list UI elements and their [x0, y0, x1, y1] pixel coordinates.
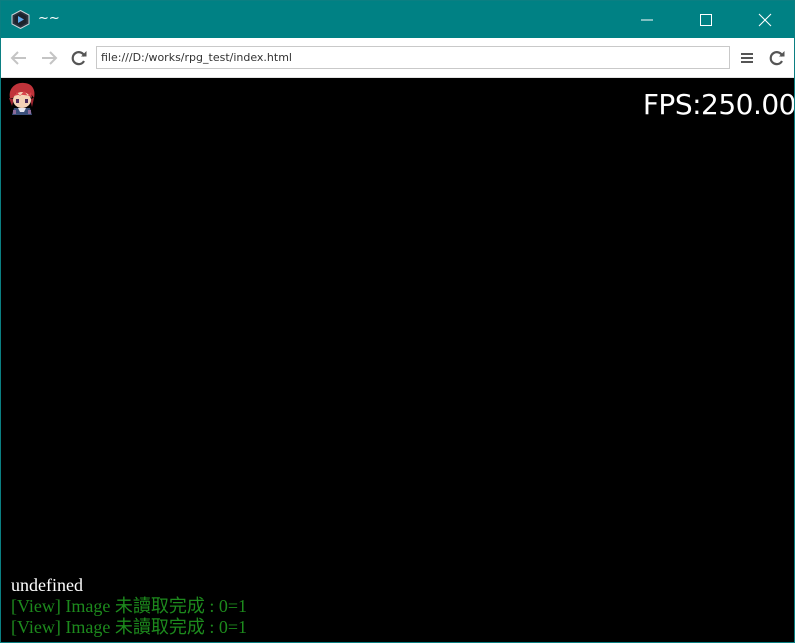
debug-console: undefined [View] Image 未讀取完成 : 0=1 [View…: [11, 575, 247, 638]
app-logo-icon: [11, 9, 30, 30]
maximize-icon: [700, 14, 712, 26]
app-window: ~~ file:///D:/works/rpg_test/index.html …: [0, 0, 795, 643]
console-line: [View] Image 未讀取完成 : 0=1: [11, 617, 248, 637]
minimize-button[interactable]: [618, 1, 676, 38]
fps-counter: FPS:250.00: [642, 88, 794, 121]
back-button[interactable]: [9, 48, 29, 68]
address-bar-input[interactable]: [96, 46, 730, 69]
minimize-icon: [641, 19, 653, 21]
title-bar[interactable]: ~~: [1, 1, 794, 38]
maximize-button[interactable]: [677, 1, 735, 38]
navigation-toolbar: [1, 38, 794, 78]
character-sprite: [4, 80, 40, 116]
reload-icon: [769, 51, 785, 66]
refresh-button[interactable]: [767, 48, 787, 68]
arrow-left-icon: [10, 51, 26, 65]
console-line: [View] Image 未讀取完成 : 0=1: [11, 596, 248, 616]
window-title: ~~: [38, 11, 60, 26]
forward-button[interactable]: [39, 48, 59, 68]
console-line: undefined: [11, 575, 83, 595]
arrow-right-icon: [42, 51, 58, 65]
reload-icon: [71, 51, 87, 66]
reload-button[interactable]: [69, 48, 89, 68]
menu-button[interactable]: [737, 48, 757, 68]
game-canvas[interactable]: FPS:250.00 undefined [View] Image 未讀取完成 …: [1, 78, 794, 642]
close-button[interactable]: [736, 1, 794, 38]
hamburger-menu-icon: [741, 53, 753, 63]
close-icon: [758, 13, 772, 27]
